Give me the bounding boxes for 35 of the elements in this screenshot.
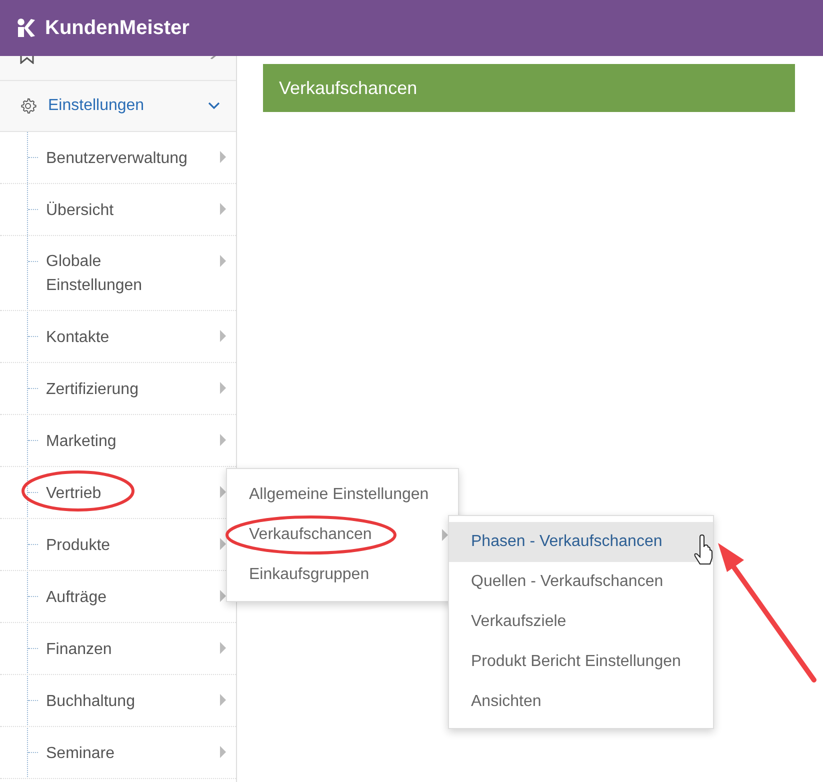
sidebar-item[interactable]: Vertrieb	[46, 482, 102, 506]
caret-icon	[220, 694, 226, 706]
sidebar-item[interactable]: Übersicht	[46, 198, 114, 222]
caret-icon	[220, 255, 226, 267]
caret-icon	[220, 330, 226, 342]
menu-item[interactable]: Produkt Bericht Einstellungen	[449, 642, 713, 682]
menu-item[interactable]: Verkaufsziele	[449, 602, 713, 642]
sidebar-item[interactable]: Seminare	[46, 742, 114, 766]
settings-icon	[19, 97, 37, 115]
caret-icon	[220, 382, 226, 394]
menu-item[interactable]: Verkaufschancen	[249, 526, 372, 544]
caret-icon	[220, 538, 226, 550]
logo-text: KundenMeister	[45, 16, 190, 40]
page-title: Verkaufschancen	[279, 78, 418, 98]
caret-icon	[220, 590, 226, 602]
caret-icon	[220, 746, 226, 758]
menu-item[interactable]: Allgemeine Einstellungen	[249, 486, 429, 504]
sidebar-item[interactable]: Globale Einstellungen	[46, 250, 201, 298]
sidebar-item[interactable]: Buchhaltung	[46, 690, 135, 714]
caret-icon	[220, 151, 226, 163]
sidebar-item[interactable]: Produkte	[46, 534, 110, 558]
caret-icon	[220, 642, 226, 654]
caret-icon	[220, 203, 226, 215]
caret-icon	[220, 434, 226, 446]
menu-item[interactable]: Phasen - Verkaufschancen	[449, 522, 713, 562]
menu-item[interactable]: Ansichten	[449, 682, 713, 722]
logo-icon	[17, 18, 35, 38]
sidebar-item[interactable]: Kontakte	[46, 326, 110, 350]
sidebar-item[interactable]: Zertifizierung	[46, 378, 138, 402]
sidebar-item[interactable]: Benutzerverwaltung	[46, 146, 188, 170]
sidebar-item[interactable]: Aufträge	[46, 586, 106, 610]
sidebar-item[interactable]: Marketing	[46, 430, 116, 454]
menu-item[interactable]: Einkaufsgruppen	[249, 566, 370, 584]
menu-item[interactable]: Quellen - Verkaufschancen	[449, 562, 713, 602]
sidebar-item[interactable]: Finanzen	[46, 638, 112, 662]
